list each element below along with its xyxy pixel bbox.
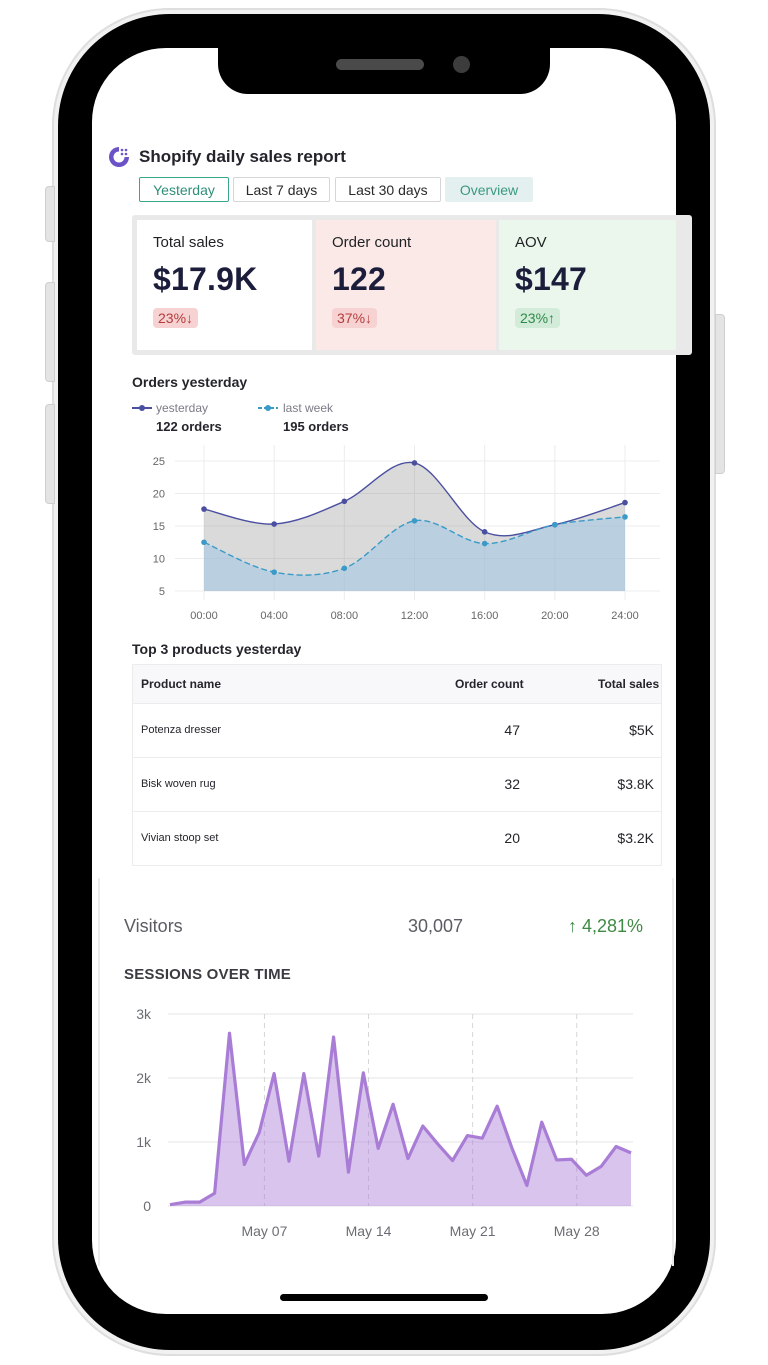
visitors-value: 30,007 (408, 916, 464, 936)
x-tick-label: May 07 (241, 1223, 287, 1239)
phone-notch (218, 48, 550, 94)
data-point (271, 521, 277, 527)
x-tick-label: 24:00 (611, 610, 639, 622)
sessions-chart: 0 1k 2k 3k May 07 May 14 May 21 May 28 (136, 1006, 633, 1239)
data-point (201, 539, 207, 546)
data-point (481, 540, 488, 547)
data-point (271, 569, 277, 575)
product-name-cell: Vivian stoop set (141, 832, 219, 844)
data-point (341, 498, 348, 505)
x-tick-label: May 14 (346, 1223, 392, 1239)
order-count-cell: 47 (504, 722, 520, 738)
y-tick-label: 20 (153, 489, 165, 501)
x-tick-label: 16:00 (471, 610, 499, 622)
data-point (411, 460, 418, 466)
x-tick-label: May 21 (450, 1223, 496, 1239)
data-point (341, 565, 348, 572)
y-tick-label: 5 (159, 586, 165, 598)
data-point (201, 506, 207, 512)
top-products-title: Top 3 products yesterday (132, 641, 302, 657)
sessions-chart-title: SESSIONS OVER TIME (124, 966, 291, 983)
x-tick-label: 04:00 (260, 610, 288, 622)
orders-chart: 5 10 15 20 25 00:00 04:00 08:00 12:00 16:00 20:00 2… (153, 445, 660, 622)
visitors-change: ↑ 4,281% (568, 916, 644, 936)
x-tick-label: 12:00 (401, 610, 429, 622)
data-point (411, 518, 418, 524)
y-tick-label: 3k (136, 1006, 152, 1022)
speaker-grille (336, 59, 424, 70)
product-name-cell: Potenza dresser (141, 724, 222, 736)
order-count-cell: 32 (504, 776, 520, 792)
total-sales-cell: $3.8K (617, 776, 654, 792)
data-point (622, 499, 628, 506)
y-tick-label: 2k (136, 1070, 152, 1086)
total-sales-cell: $5K (629, 722, 654, 738)
data-point (481, 529, 488, 535)
data-point (622, 514, 628, 520)
y-tick-label: 10 (153, 554, 165, 566)
visitors-label: Visitors (124, 916, 183, 936)
home-indicator[interactable] (280, 1294, 488, 1301)
order-count-cell: 20 (504, 830, 520, 846)
x-tick-label: 00:00 (190, 610, 218, 622)
y-tick-label: 1k (136, 1134, 152, 1150)
front-camera (453, 56, 470, 73)
y-tick-label: 0 (143, 1198, 151, 1214)
x-tick-label: 08:00 (331, 610, 359, 622)
column-header-product-name: Product name (141, 677, 222, 691)
y-tick-label: 25 (153, 456, 165, 468)
column-header-order-count: Order count (455, 677, 524, 691)
x-tick-label: 20:00 (541, 610, 569, 622)
total-sales-cell: $3.2K (617, 830, 654, 846)
y-tick-label: 15 (153, 521, 165, 533)
product-name-cell: Bisk woven rug (141, 778, 216, 790)
data-point (552, 521, 558, 528)
x-tick-label: May 28 (554, 1223, 600, 1239)
column-header-total-sales: Total sales (598, 677, 660, 691)
